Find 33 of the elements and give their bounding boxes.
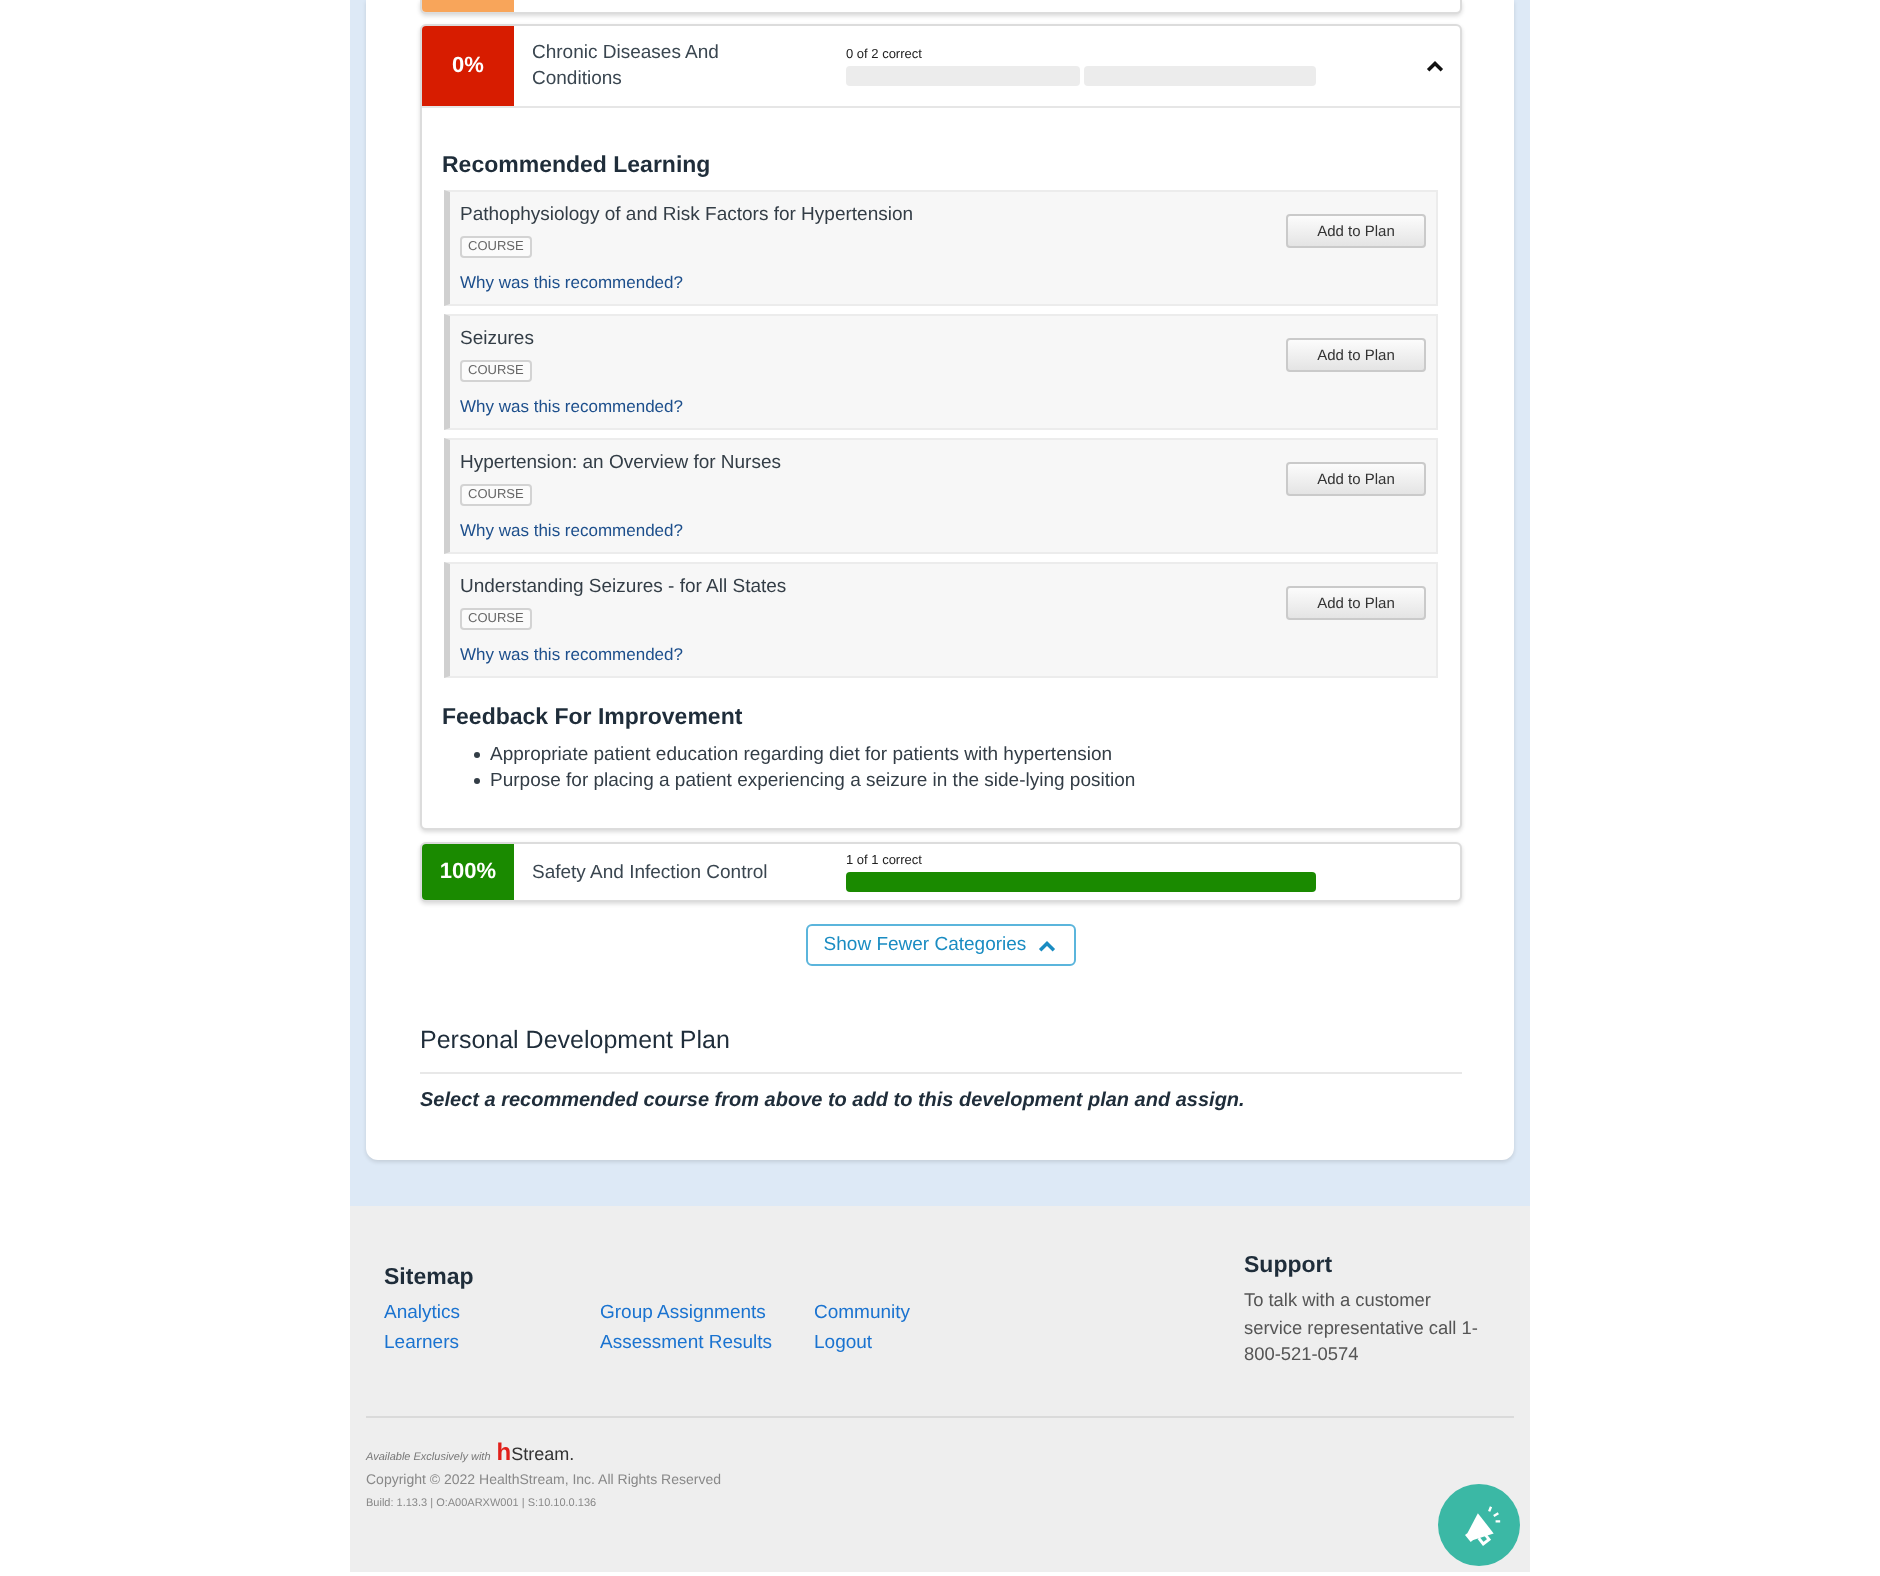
section-title: Personal Development Plan <box>420 1024 732 1056</box>
course-title: Pathophysiology of and Risk Factors for Hypertension <box>460 204 914 228</box>
course-title: Seizures <box>460 328 534 352</box>
feedback-item: Purpose for placing a patient experiencing a seizure in the side-lying position <box>490 768 1136 794</box>
sitemap-link[interactable]: Analytics <box>384 1298 461 1328</box>
score-percent: 100% <box>422 844 514 900</box>
feedback-item: Appropriate patient education regarding diet for patients with hypertension <box>490 742 1113 768</box>
support-heading: Support <box>1244 1252 1335 1280</box>
bullet-icon <box>474 752 480 758</box>
chevron-up-icon[interactable] <box>1426 60 1444 72</box>
sitemap-heading: Sitemap <box>384 1264 476 1292</box>
why-recommended-link[interactable]: Why was this recommended? <box>460 396 683 418</box>
sitemap-link[interactable]: Community <box>814 1298 911 1328</box>
score-percent: 0% <box>422 26 514 106</box>
sitemap-link[interactable]: Learners <box>384 1328 459 1358</box>
chevron-up-icon <box>1038 939 1057 951</box>
support-text: To talk with a customer service representative call 1-800-521-0574 <box>1244 1288 1480 1368</box>
course-title: Understanding Seizures - for All States <box>460 576 787 600</box>
section-heading: Recommended Learning <box>442 152 713 180</box>
brand-logo: hStream. <box>496 1439 575 1465</box>
course-title: Hypertension: an Overview for Nurses <box>460 452 782 476</box>
bullet-icon <box>474 778 480 784</box>
category-name: Chronic Diseases And Conditions <box>530 40 721 94</box>
plan-instruction: Select a recommended course from above to add to this development plan and assign. <box>420 1088 1247 1116</box>
show-fewer-categories-button[interactable]: Show Fewer Categories <box>805 924 1077 966</box>
sitemap-link[interactable]: Logout <box>814 1328 873 1358</box>
why-recommended-link[interactable]: Why was this recommended? <box>460 644 683 666</box>
sitemap-link[interactable]: Group Assignments <box>600 1298 766 1328</box>
section-heading: Feedback For Improvement <box>442 704 745 732</box>
category-name: Safety And Infection Control <box>530 859 770 887</box>
why-recommended-link[interactable]: Why was this recommended? <box>460 272 683 294</box>
sitemap-link[interactable]: Assessment Results <box>600 1328 773 1358</box>
why-recommended-link[interactable]: Why was this recommended? <box>460 520 683 542</box>
